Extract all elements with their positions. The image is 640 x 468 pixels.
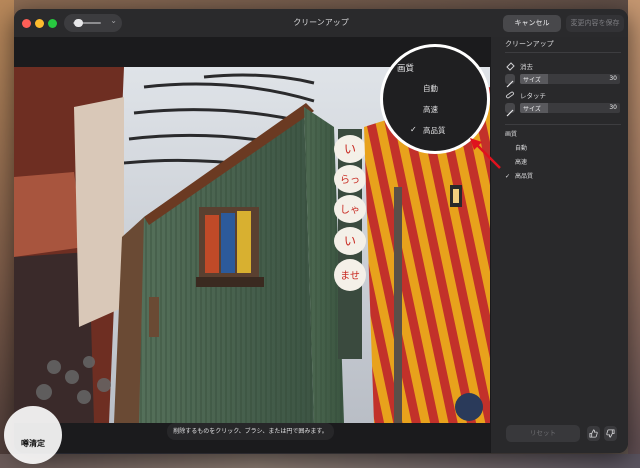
sign-char-5: ませ [340,270,360,282]
quality-option-high[interactable]: ✓ 高品質 [505,171,533,180]
quality-option-label: 高速 [515,159,528,166]
site-watermark-logo: 噂清定 [4,406,62,464]
callout-option-fast: 高速 [423,105,438,114]
retouch-brush-button[interactable] [505,103,515,117]
sign-char-2: らっ [340,174,360,186]
retouch-size-slider[interactable]: サイズ 30 [520,103,620,113]
bandage-icon [506,91,514,99]
sign-char-1: い [344,142,356,156]
eraser-icon [506,62,515,71]
thumbs-up-icon [589,429,598,438]
erase-tool-row[interactable]: 消去 [505,61,533,71]
reset-button[interactable]: リセット [506,425,580,442]
vertical-sign: い らっ しゃ い ませ [334,129,366,359]
quality-title: 画質 [505,131,518,138]
watermark-text: 噂清定 [21,439,45,448]
street-lamp [450,185,462,207]
red-arrow-annotation [470,138,501,169]
brush-icon [506,109,514,117]
save-changes-button[interactable]: 変更内容を保存 [566,15,624,32]
cleanup-window: ⌄ クリーンアップ キャンセル 変更内容を保存 い らっ しゃ い ませ 削除す… [14,9,628,453]
thumbs-down-icon [606,429,615,438]
sign-char-4: い [344,234,356,248]
stained-glass-window [196,207,264,287]
quality-option-label: 高品質 [515,173,534,180]
erase-size-slider[interactable]: サイズ 30 [520,74,620,84]
cleanup-sidebar: クリーンアップ 消去 サイズ 30 レタッチ サイズ 30 画質 自動 高速 ✓… [490,37,628,453]
sidebar-title: クリーンアップ [505,40,554,48]
desktop-background-left [0,0,14,468]
brush-icon [506,80,514,88]
erase-size-value: 30 [609,75,617,82]
retouch-size-label: サイズ [523,106,541,113]
thumbs-up-button[interactable] [587,426,600,441]
thumbs-down-button[interactable] [604,426,617,441]
divider [505,52,621,53]
callout-title: 画質 [397,64,415,74]
retouch-size-value: 30 [609,104,617,111]
quality-option-label: 自動 [515,145,528,152]
erase-label: 消去 [520,63,533,71]
desktop-background-right [628,0,640,468]
erase-brush-button[interactable] [505,74,515,88]
callout-option-auto: 自動 [423,84,438,93]
instruction-hint: 削除するものをクリック、ブラシ、または円で囲みます。 [167,423,334,440]
quality-option-fast[interactable]: 高速 [505,157,527,166]
desktop-background-bottom [0,454,640,468]
retouch-label: レタッチ [520,92,546,100]
callout-option-high: ✓ 高品質 [410,125,446,136]
callout-option-high-label: 高品質 [423,126,446,135]
sign-char-3: しゃ [340,204,360,216]
checkmark-icon: ✓ [505,173,511,180]
titlebar: ⌄ クリーンアップ キャンセル 変更内容を保存 [14,9,628,37]
divider [505,124,621,125]
retouch-tool-row[interactable]: レタッチ [505,90,546,100]
cancel-button[interactable]: キャンセル [503,15,561,32]
erase-size-label: サイズ [523,77,541,84]
quality-option-auto[interactable]: 自動 [505,143,527,152]
checkmark-icon: ✓ [410,125,417,134]
